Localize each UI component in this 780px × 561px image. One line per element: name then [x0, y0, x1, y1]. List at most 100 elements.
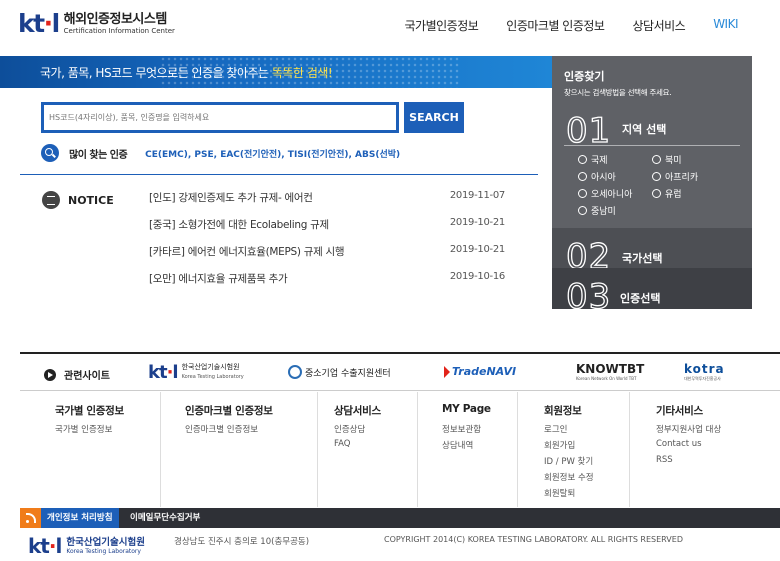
notice-title[interactable]: [카타르] 에어컨 에너지효율(MEPS) 규제 시행 — [149, 244, 345, 271]
region-radio[interactable]: 중남미 — [578, 204, 652, 217]
step-country-section[interactable]: 02 국가선택 — [552, 228, 752, 275]
site-tradenavi[interactable]: TradeNAVI — [444, 365, 516, 378]
footer-link[interactable]: 인증마크별 인증정보 — [185, 423, 258, 439]
logo-title: 해외인증정보시스템 — [63, 12, 168, 27]
popular-links[interactable]: CE(EMC), PSE, EAC(전기안전), TISI(전기안전), ABS… — [145, 147, 400, 160]
step-number: 03 — [565, 277, 612, 309]
footer-col-etc: 기타서비스 정부지원사업 대상 Contact us RSS — [629, 392, 780, 507]
nav-country-cert[interactable]: 국가별인증정보 — [405, 17, 479, 34]
notice-date: 2019-11-07 — [449, 190, 505, 201]
footer-logo: kt·l 한국산업기술시험원 Korea Testing Laboratory — [28, 536, 145, 556]
main-nav: 국가별인증정보 인증마크별 인증정보 상담서비스 WIKI — [377, 17, 739, 34]
footer-link[interactable]: 회원탈퇴 — [544, 487, 594, 503]
banner-highlight: 똑똑한 검색! — [271, 66, 333, 80]
step-label-cert: 인증선택 — [620, 292, 661, 305]
footer-link[interactable]: 로그인 — [544, 423, 594, 439]
ktl-logo-mark: kt·l — [28, 534, 62, 558]
notice-title[interactable]: [오만] 에너지효율 규제품목 추가 — [149, 271, 288, 298]
notice-date: 2019-10-21 — [449, 217, 505, 228]
nav-consult[interactable]: 상담서비스 — [632, 17, 685, 34]
radio-icon — [578, 155, 587, 164]
radio-icon — [652, 155, 661, 164]
footer-link[interactable]: 회원가입 — [544, 439, 594, 455]
header: kt·l 해외인증정보시스템 Certification Information… — [0, 0, 780, 56]
panel-subtitle: 찾으시는 검색방법을 선택해 주세요. — [564, 88, 672, 97]
footer-col-mypage: MY Page 정보보관함 상담내역 — [417, 392, 517, 507]
copyright-text: COPYRIGHT 2014(C) KOREA TESTING LABORATO… — [384, 535, 683, 544]
footer-link[interactable]: FAQ — [334, 439, 365, 455]
footer-col-consult: 상담서비스 인증상담 FAQ — [317, 392, 417, 507]
footer-link[interactable]: Contact us — [656, 439, 721, 455]
radio-icon — [578, 172, 587, 181]
step-label-country: 국가선택 — [622, 252, 663, 265]
step-region-section: 인증찾기 찾으시는 검색방법을 선택해 주세요. 01 지역 선택 국제 북미 … — [552, 56, 752, 228]
notice-title[interactable]: [인도] 강제인증제도 추가 규제- 에어컨 — [149, 190, 313, 217]
region-options: 국제 북미 아시아 아프리카 오세아니아 유럽 중남미 — [578, 153, 748, 217]
divider — [20, 174, 538, 175]
notice-item[interactable]: [오만] 에너지효율 규제품목 추가 2019-10-16 — [149, 271, 505, 298]
site-ktl[interactable]: kt·l 한국산업기술시험원 Korea Testing Laboratory — [148, 362, 244, 383]
related-label: 관련사이트 — [44, 367, 110, 382]
notice-item[interactable]: [인도] 강제인증제도 추가 규제- 에어컨 2019-11-07 — [149, 190, 505, 217]
step-number: 01 — [565, 111, 612, 151]
notice-title[interactable]: [중국] 소형가전에 대한 Ecolabeling 규제 — [149, 217, 329, 244]
search-input[interactable] — [44, 105, 396, 130]
site-kotra[interactable]: kotra 대한무역투자진흥공사 — [684, 362, 725, 382]
radio-icon — [652, 172, 661, 181]
search-icon — [41, 144, 59, 162]
footer-sitemap: 국가별 인증정보 국가별 인증정보 인증마크별 인증정보 인증마크별 인증정보 … — [20, 392, 780, 507]
radio-icon — [578, 189, 587, 198]
notice-icon — [42, 191, 60, 209]
notice-list: [인도] 강제인증제도 추가 규제- 에어컨 2019-11-07 [중국] 소… — [149, 190, 505, 298]
footer-col-mark: 인증마크별 인증정보 인증마크별 인증정보 — [160, 392, 317, 507]
footer-link[interactable]: 상담내역 — [442, 439, 481, 455]
rss-icon[interactable] — [20, 508, 41, 528]
site-knowtbt[interactable]: KNOWTBT Korean Network On World TBT — [576, 362, 644, 381]
sbiz-logo-icon — [288, 365, 302, 379]
notice-item[interactable]: [중국] 소형가전에 대한 Ecolabeling 규제 2019-10-21 — [149, 217, 505, 244]
footer-link[interactable]: 국가별 인증정보 — [55, 423, 112, 439]
region-radio[interactable]: 북미 — [652, 153, 732, 166]
address: 경상남도 진주시 충의로 10(충무공동) — [174, 537, 310, 547]
radio-icon — [652, 189, 661, 198]
site-sbiz[interactable]: 중소기업 수출지원센터 — [288, 365, 391, 379]
region-radio[interactable]: 아프리카 — [652, 170, 732, 183]
footer-link[interactable]: 정보보관함 — [442, 423, 481, 439]
footer-link[interactable]: 정부지원사업 대상 — [656, 423, 721, 439]
popular-label: 많이 찾는 인증 — [69, 149, 128, 161]
step-cert-section[interactable]: 03 인증선택 — [552, 268, 752, 309]
notice-heading: NOTICE — [42, 191, 114, 209]
site-logo[interactable]: kt·l 해외인증정보시스템 Certification Information… — [18, 11, 175, 37]
logo-subtitle: Certification Information Center — [63, 27, 175, 35]
search-box — [41, 102, 399, 133]
footer-link[interactable]: RSS — [656, 455, 721, 471]
notice-label: NOTICE — [68, 193, 114, 207]
region-radio[interactable]: 유럽 — [652, 187, 732, 200]
footer-col-country: 국가별 인증정보 국가별 인증정보 — [20, 392, 160, 507]
nav-mark-cert[interactable]: 인증마크별 인증정보 — [506, 17, 605, 34]
footer-link[interactable]: 회원정보 수정 — [544, 471, 594, 487]
region-radio[interactable]: 아시아 — [578, 170, 652, 183]
ktl-logo-mark: kt·l — [18, 9, 60, 38]
nav-wiki[interactable]: WIKI — [713, 17, 738, 34]
search-banner: 국가, 품목, HS코드 무엇으로든 인증을 찾아주는 똑똑한 검색! — [0, 56, 552, 88]
notice-item[interactable]: [카타르] 에어컨 에너지효율(MEPS) 규제 시행 2019-10-21 — [149, 244, 505, 271]
org-name-kr: 한국산업기술시험원 — [66, 536, 146, 548]
search-button[interactable]: SEARCH — [404, 102, 464, 133]
footer-bar: 개인정보 처리방침 이메일무단수집거부 — [20, 508, 780, 528]
banner-text: 국가, 품목, HS코드 무엇으로든 인증을 찾아주는 똑똑한 검색! — [40, 66, 333, 80]
step-divider — [564, 145, 740, 146]
notice-date: 2019-10-16 — [449, 271, 505, 282]
play-icon — [44, 368, 56, 381]
panel-title: 인증찾기 — [564, 70, 605, 83]
footer-link[interactable]: ID / PW 찾기 — [544, 455, 594, 471]
org-name-en: Korea Testing Laboratory — [66, 547, 141, 555]
privacy-policy-link[interactable]: 개인정보 처리방침 — [41, 508, 119, 528]
cert-finder-panel: 인증찾기 찾으시는 검색방법을 선택해 주세요. 01 지역 선택 국제 북미 … — [552, 56, 752, 309]
region-radio[interactable]: 오세아니아 — [578, 187, 652, 200]
footer-link[interactable]: 인증상담 — [334, 423, 365, 439]
email-refuse-link[interactable]: 이메일무단수집거부 — [130, 508, 200, 528]
region-radio[interactable]: 국제 — [578, 153, 652, 166]
tradenavi-logo-icon — [444, 365, 450, 378]
footer-col-member: 회원정보 로그인 회원가입 ID / PW 찾기 회원정보 수정 회원탈퇴 — [517, 392, 629, 507]
